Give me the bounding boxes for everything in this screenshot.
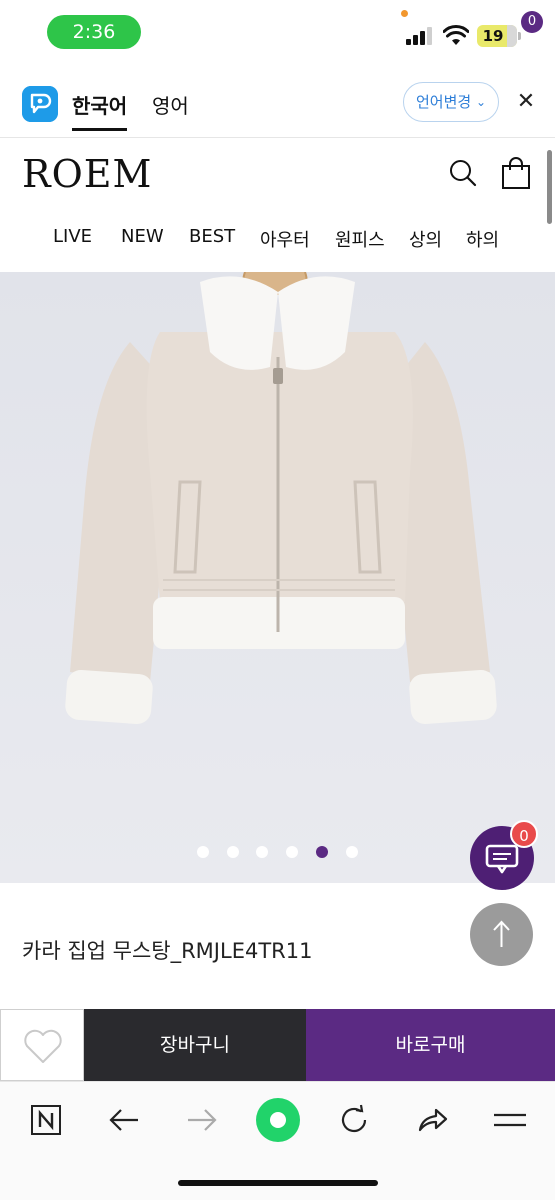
search-icon[interactable] xyxy=(448,158,478,188)
nav-item-bottom[interactable]: 하의 xyxy=(466,226,499,252)
green-home-icon[interactable] xyxy=(255,1097,301,1143)
jacket-photo xyxy=(0,272,555,883)
battery-tip xyxy=(518,32,521,40)
scrollbar-thumb[interactable] xyxy=(547,150,552,224)
carousel-dot-active[interactable] xyxy=(316,846,328,858)
buy-now-button[interactable]: 바로구매 xyxy=(306,1009,555,1081)
change-language-label: 언어변경 xyxy=(416,93,472,111)
purchase-bar: 장바구니 바로구매 xyxy=(0,1009,555,1081)
naver-n-icon[interactable] xyxy=(26,1100,66,1140)
status-bar: 2:36 19 xyxy=(0,0,555,66)
site-logo[interactable]: ROEM xyxy=(22,152,152,196)
refresh-icon[interactable] xyxy=(334,1100,374,1140)
carousel-dot[interactable] xyxy=(227,846,239,858)
nav-item-outer[interactable]: 아우터 xyxy=(260,226,310,252)
wishlist-button[interactable] xyxy=(0,1009,84,1081)
carousel-dot[interactable] xyxy=(286,846,298,858)
battery-level: 19 xyxy=(482,27,504,45)
nav-item-top[interactable]: 상의 xyxy=(409,226,442,252)
category-nav: LIVE NEW BEST 아우터 원피스 상의 하의 xyxy=(0,226,555,256)
carousel-dot[interactable] xyxy=(346,846,358,858)
scroll-to-top-button[interactable] xyxy=(470,903,533,966)
carousel-dot[interactable] xyxy=(197,846,209,858)
forward-arrow-icon[interactable] xyxy=(182,1100,222,1140)
back-arrow-icon[interactable] xyxy=(104,1100,144,1140)
change-language-button[interactable]: 언어변경 ⌄ xyxy=(403,82,499,122)
add-to-cart-button[interactable]: 장바구니 xyxy=(84,1009,306,1081)
site-header: ROEM LIVE NEW BEST 아우터 원피스 상의 하의 xyxy=(0,138,555,272)
carousel-dot[interactable] xyxy=(256,846,268,858)
nav-item-new[interactable]: NEW xyxy=(121,226,164,247)
product-title: 카라 집업 무스탕_RMJLE4TR11 xyxy=(22,939,313,963)
nav-item-live[interactable]: LIVE xyxy=(53,226,92,247)
nav-item-dress[interactable]: 원피스 xyxy=(335,226,385,252)
menu-icon[interactable] xyxy=(490,1100,530,1140)
close-icon[interactable]: ✕ xyxy=(514,88,538,116)
status-time: 2:36 xyxy=(47,15,141,49)
arrow-up-icon xyxy=(493,920,510,947)
papago-translate-icon[interactable] xyxy=(22,86,58,122)
nav-item-best[interactable]: BEST xyxy=(189,226,235,247)
cellular-signal-icon xyxy=(406,27,434,45)
chat-unread-badge: 0 xyxy=(510,820,538,848)
heart-icon xyxy=(24,1029,62,1063)
language-tab-english[interactable]: 영어 xyxy=(152,90,189,119)
wifi-icon xyxy=(443,25,469,45)
privacy-indicator-dot xyxy=(401,10,408,17)
chevron-down-icon: ⌄ xyxy=(475,95,486,109)
battery-icon: 19 xyxy=(477,25,517,47)
home-indicator xyxy=(178,1180,378,1186)
shopping-bag-icon[interactable] xyxy=(500,156,532,190)
translation-bar: 한국어 영어 언어변경 ⌄ ✕ xyxy=(0,70,555,138)
language-tab-korean[interactable]: 한국어 xyxy=(72,90,128,131)
share-icon[interactable] xyxy=(412,1100,452,1140)
cart-count-badge: 0 xyxy=(521,11,543,33)
product-image[interactable] xyxy=(0,272,555,883)
